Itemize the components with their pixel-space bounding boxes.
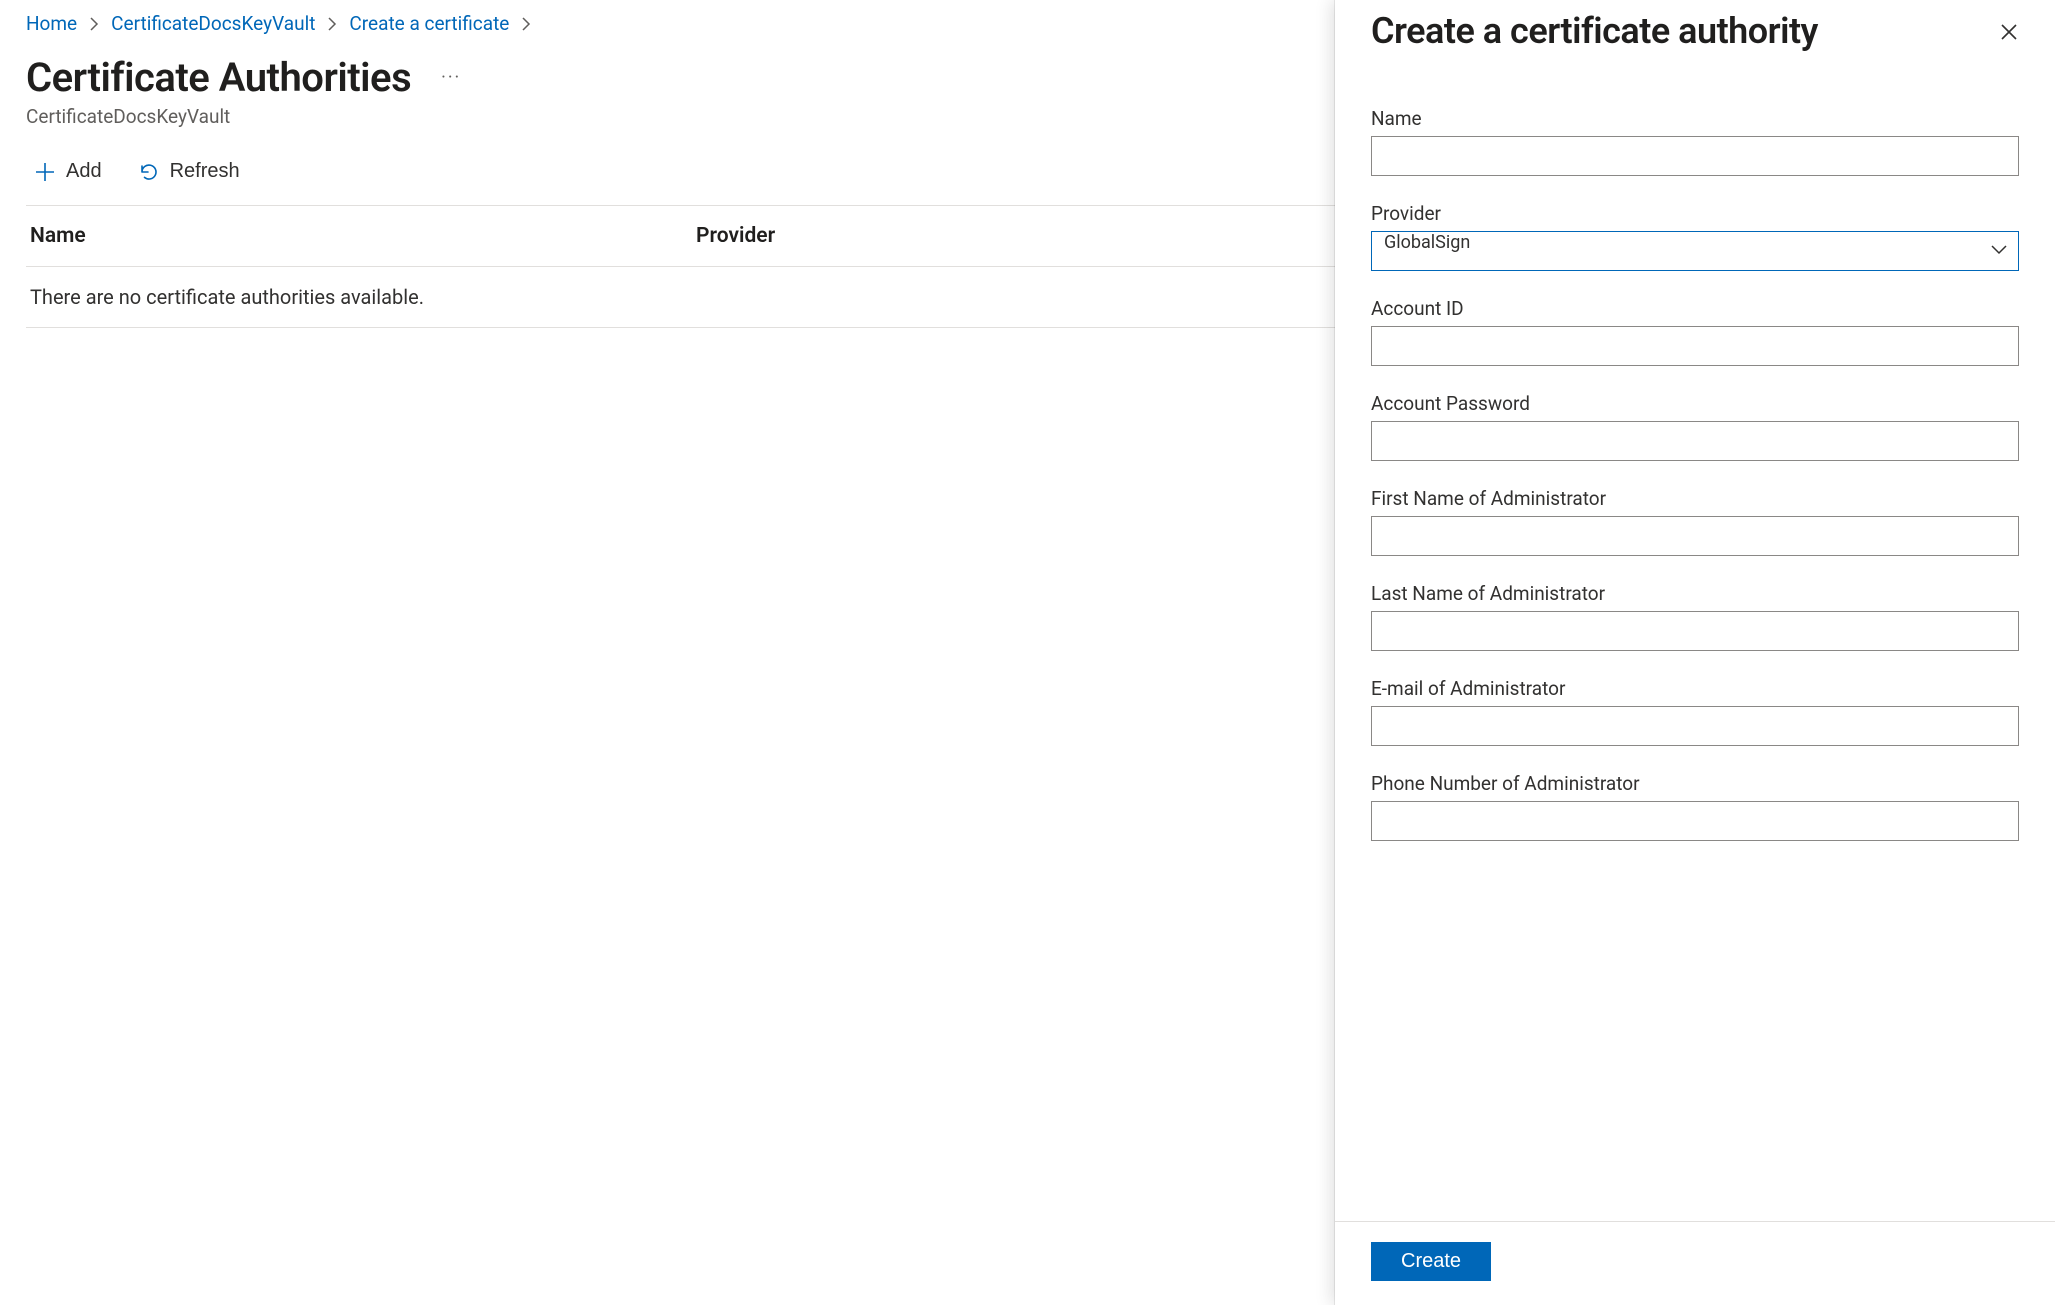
refresh-button-label: Refresh [170,160,240,183]
panel-header: Create a certificate authority [1335,0,2055,53]
create-ca-panel: Create a certificate authority Name Prov… [1335,0,2055,1305]
refresh-button[interactable]: Refresh [130,156,248,187]
provider-label: Provider [1371,202,2019,225]
admin-last-name-input[interactable] [1371,611,2019,651]
admin-email-label: E-mail of Administrator [1371,677,2019,700]
account-password-label: Account Password [1371,392,2019,415]
add-button[interactable]: Add [26,156,110,187]
provider-select[interactable]: GlobalSign [1371,231,2019,271]
breadcrumb-keyvault[interactable]: CertificateDocsKeyVault [111,12,315,36]
admin-last-name-label: Last Name of Administrator [1371,582,2019,605]
more-actions-button[interactable]: ··· [435,63,467,92]
breadcrumb-create-cert[interactable]: Create a certificate [349,12,509,36]
name-label: Name [1371,107,2019,130]
admin-first-name-input[interactable] [1371,516,2019,556]
create-button[interactable]: Create [1371,1242,1491,1281]
account-id-label: Account ID [1371,297,2019,320]
admin-phone-label: Phone Number of Administrator [1371,772,2019,795]
account-id-input[interactable] [1371,326,2019,366]
admin-email-input[interactable] [1371,706,2019,746]
column-header-name[interactable]: Name [26,224,696,248]
chevron-right-icon [327,17,337,31]
plus-icon [34,161,56,183]
panel-footer: Create [1335,1221,2055,1305]
refresh-icon [138,161,160,183]
add-button-label: Add [66,160,102,183]
account-password-input[interactable] [1371,421,2019,461]
admin-phone-input[interactable] [1371,801,2019,841]
page-title: Certificate Authorities [26,54,411,101]
name-input[interactable] [1371,136,2019,176]
breadcrumb-home[interactable]: Home [26,12,77,36]
chevron-right-icon [521,17,531,31]
chevron-right-icon [89,17,99,31]
panel-body: Name Provider GlobalSign Account ID Acco… [1335,53,2055,1221]
panel-title: Create a certificate authority [1371,10,1818,53]
admin-first-name-label: First Name of Administrator [1371,487,2019,510]
close-icon [1999,30,2019,45]
close-panel-button[interactable] [1993,16,2025,51]
